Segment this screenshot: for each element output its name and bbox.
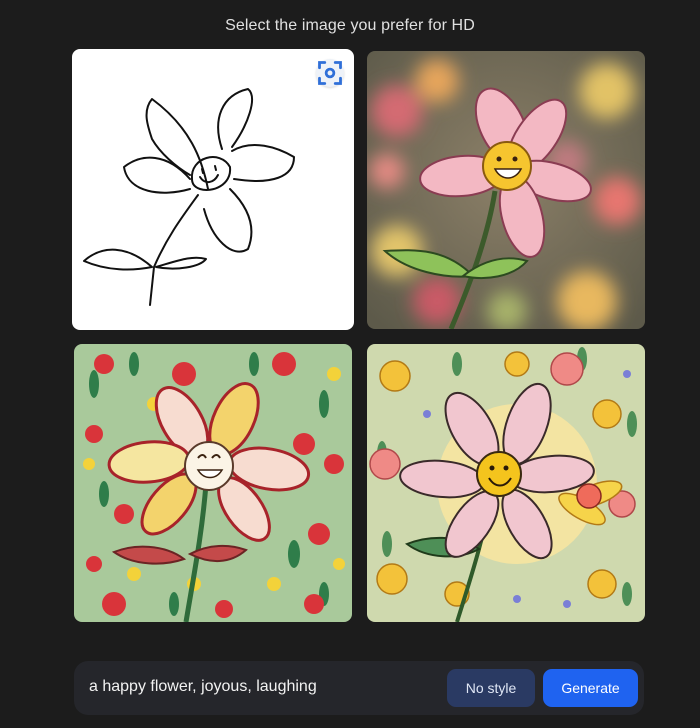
page-title: Select the image you prefer for HD <box>225 17 475 34</box>
smiley-flower-image <box>367 344 645 622</box>
expand-icon-button[interactable] <box>316 59 344 87</box>
expand-icon <box>318 61 342 85</box>
image-option-bokeh-flower[interactable] <box>367 51 645 329</box>
image-option-striped-flower[interactable] <box>74 344 352 622</box>
sketch-flower-image <box>83 88 295 306</box>
prompt-bar: a happy flower, joyous, laughing No styl… <box>74 661 644 715</box>
image-option-sketch[interactable] <box>72 49 354 330</box>
generate-button[interactable]: Generate <box>543 669 638 707</box>
style-button[interactable]: No style <box>447 669 535 707</box>
bokeh-flower-image <box>367 51 645 329</box>
image-option-smiley-flower[interactable] <box>367 344 645 622</box>
prompt-input[interactable]: a happy flower, joyous, laughing <box>89 678 317 696</box>
striped-flower-image <box>74 344 352 622</box>
